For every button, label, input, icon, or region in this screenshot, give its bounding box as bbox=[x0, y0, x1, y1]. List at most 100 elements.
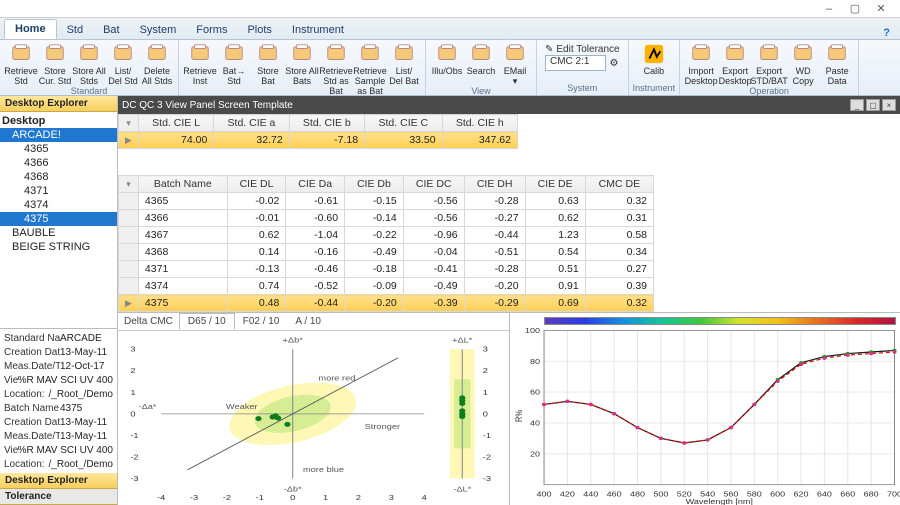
bat-cell: -0.29 bbox=[464, 295, 525, 312]
bat-cell: 0.27 bbox=[585, 261, 653, 278]
bat-as-std-icon bbox=[223, 43, 245, 65]
cmc-tabs[interactable]: Delta CMCD65 / 10F02 / 10A / 10 bbox=[118, 313, 509, 331]
tree-node[interactable]: BAUBLE bbox=[0, 226, 117, 240]
cmc-plot: -4-3-2-101234-3-2-10123+Δb*-Δb*-Δa*more … bbox=[118, 331, 509, 505]
illu-obs[interactable]: Illu/Obs bbox=[430, 42, 464, 86]
calib-button[interactable]: Calib bbox=[634, 42, 674, 76]
retrieve-std-as-bat[interactable]: RetrieveStd as Bat bbox=[319, 42, 353, 96]
cmc-settings-icon[interactable]: ⚙ bbox=[609, 58, 618, 69]
email[interactable]: EMail▾ bbox=[498, 42, 532, 86]
export-std-bat[interactable]: ExportSTD/BAT bbox=[752, 42, 786, 86]
prop-val: %R MAV SCI UV 400 bbox=[18, 375, 113, 386]
ribbon-tab-system[interactable]: System bbox=[130, 21, 187, 39]
svg-text:4: 4 bbox=[422, 493, 428, 502]
prop-key: Location: bbox=[4, 459, 49, 470]
list-del-std[interactable]: List/Del Std bbox=[106, 42, 140, 86]
export-desktop[interactable]: ExportDesktop bbox=[718, 42, 752, 86]
retrieve-inst[interactable]: RetrieveInst bbox=[183, 42, 217, 96]
maximize-button[interactable]: ▢ bbox=[842, 2, 868, 15]
import-desktop[interactable]: ImportDesktop bbox=[684, 42, 718, 86]
bat-col[interactable]: CIE DE bbox=[525, 176, 585, 193]
store-all-bats[interactable]: Store AllBats bbox=[285, 42, 319, 96]
bat-col[interactable]: Batch Name bbox=[138, 176, 227, 193]
bat-cell: 0.14 bbox=[227, 244, 286, 261]
delete-all-stds[interactable]: DeleteAll Stds bbox=[140, 42, 174, 86]
ribbon-tab-bat[interactable]: Bat bbox=[93, 21, 130, 39]
tree-node[interactable]: 4368 bbox=[0, 170, 117, 184]
bat-cell: -0.27 bbox=[464, 210, 525, 227]
bat-cell: -0.01 bbox=[227, 210, 286, 227]
explorer-footer2[interactable]: Tolerance bbox=[0, 489, 117, 505]
tree-node[interactable]: 4365 bbox=[0, 142, 117, 156]
cmc-tab[interactable]: F02 / 10 bbox=[235, 314, 288, 329]
table-row[interactable]: ▶43750.48-0.44-0.20-0.39-0.290.690.32 bbox=[119, 295, 654, 312]
table-row[interactable]: 4371-0.13-0.46-0.18-0.41-0.280.510.27 bbox=[119, 261, 654, 278]
explorer-tree[interactable]: DesktopARCADE!436543664368437143744375BA… bbox=[0, 112, 117, 328]
bat-cell: 0.54 bbox=[525, 244, 585, 261]
retrieve-sample-as-bat[interactable]: RetrieveSample as Bat bbox=[353, 42, 387, 96]
tree-node[interactable]: 4375 bbox=[0, 212, 117, 226]
table-row[interactable]: 43680.14-0.16-0.49-0.04-0.510.540.34 bbox=[119, 244, 654, 261]
edit-tolerance-link[interactable]: Edit Tolerance bbox=[556, 44, 619, 55]
ribbon-tab-plots[interactable]: Plots bbox=[237, 21, 281, 39]
cmc-tab[interactable]: A / 10 bbox=[287, 314, 329, 329]
close-button[interactable]: ✕ bbox=[868, 2, 894, 15]
bat-cell: -0.20 bbox=[345, 295, 404, 312]
tree-node[interactable]: 4374 bbox=[0, 198, 117, 212]
tree-node[interactable]: 4371 bbox=[0, 184, 117, 198]
paste-data[interactable]: PasteData bbox=[820, 42, 854, 86]
svg-text:-3: -3 bbox=[190, 493, 199, 502]
ribbon-tab-forms[interactable]: Forms bbox=[186, 21, 237, 39]
tree-node[interactable]: BEIGE STRING bbox=[0, 240, 117, 254]
search[interactable]: Search bbox=[464, 42, 498, 86]
bat-col[interactable]: CIE Da bbox=[286, 176, 345, 193]
bat-cell: 4375 bbox=[138, 295, 227, 312]
tree-node[interactable]: Desktop bbox=[0, 114, 117, 128]
ribbon-tab-std[interactable]: Std bbox=[57, 21, 94, 39]
tree-node[interactable]: 4366 bbox=[0, 156, 117, 170]
bat-col[interactable]: CIE DC bbox=[403, 176, 464, 193]
bat-cell: 0.62 bbox=[525, 210, 585, 227]
bat-col[interactable]: CMC DE bbox=[585, 176, 653, 193]
store-all-stds[interactable]: Store AllStds bbox=[72, 42, 106, 86]
store-cur-std[interactable]: StoreCur. Std bbox=[38, 42, 72, 86]
tree-node[interactable]: ARCADE! bbox=[0, 128, 117, 142]
store-bat-icon bbox=[257, 43, 279, 65]
list-del-bat[interactable]: List/Del Bat bbox=[387, 42, 421, 96]
ribbon-tab-instrument[interactable]: Instrument bbox=[282, 21, 354, 39]
minimize-button[interactable]: – bbox=[816, 3, 842, 15]
svg-text:-2: -2 bbox=[130, 452, 139, 461]
svg-text:700: 700 bbox=[886, 489, 900, 498]
bat-cell: 1.23 bbox=[525, 227, 585, 244]
email-label: EMail▾ bbox=[504, 66, 527, 86]
table-row[interactable]: 4365-0.02-0.61-0.15-0.56-0.280.630.32 bbox=[119, 193, 654, 210]
panel-close[interactable]: × bbox=[882, 99, 896, 111]
bat-cell: -0.16 bbox=[286, 244, 345, 261]
prop-val: /_Root_/Demo bbox=[49, 459, 113, 470]
help-icon[interactable]: ? bbox=[877, 27, 896, 39]
bat-col[interactable]: CIE DL bbox=[227, 176, 286, 193]
bat-cell: 0.39 bbox=[585, 278, 653, 295]
retrieve-std[interactable]: RetrieveStd bbox=[4, 42, 38, 86]
table-row[interactable]: 4366-0.01-0.60-0.14-0.56-0.270.620.31 bbox=[119, 210, 654, 227]
cmc-tab[interactable]: D65 / 10 bbox=[179, 313, 235, 330]
table-row[interactable]: 43670.62-1.04-0.22-0.96-0.441.230.58 bbox=[119, 227, 654, 244]
explorer-footer1[interactable]: Desktop Explorer bbox=[0, 473, 117, 489]
wd-copy[interactable]: WDCopy bbox=[786, 42, 820, 86]
svg-text:-3: -3 bbox=[130, 474, 139, 483]
ribbon-tab-home[interactable]: Home bbox=[4, 19, 57, 39]
batch-table[interactable]: ▾Batch NameCIE DLCIE DaCIE DbCIE DCCIE D… bbox=[118, 175, 654, 312]
bat-col[interactable]: CIE DH bbox=[464, 176, 525, 193]
bat-cell: -0.15 bbox=[345, 193, 404, 210]
bat-cell: 4367 bbox=[138, 227, 227, 244]
bat-col[interactable]: CIE Db bbox=[345, 176, 404, 193]
cmc-select[interactable]: CMC 2:1 bbox=[545, 55, 606, 71]
export-std-bat-icon bbox=[758, 43, 780, 65]
panel-minimize[interactable]: _ bbox=[850, 99, 864, 111]
svg-text:100: 100 bbox=[525, 327, 540, 335]
panel-maximize[interactable]: ▢ bbox=[866, 99, 880, 111]
store-bat[interactable]: StoreBat bbox=[251, 42, 285, 96]
wd-copy-label: WDCopy bbox=[793, 66, 814, 86]
bat-as-std[interactable]: Bat→Std bbox=[217, 42, 251, 96]
table-row[interactable]: 43740.74-0.52-0.09-0.49-0.200.910.39 bbox=[119, 278, 654, 295]
